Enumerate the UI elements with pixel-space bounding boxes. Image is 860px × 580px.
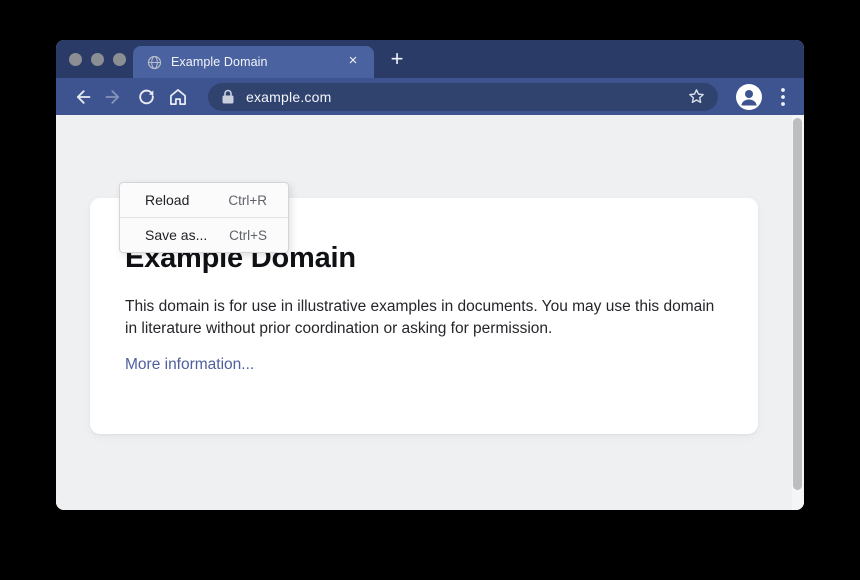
address-bar[interactable]: example.com <box>208 83 718 111</box>
scrollbar-track[interactable] <box>792 115 804 510</box>
browser-menu-button[interactable] <box>774 85 792 109</box>
minimize-window-button[interactable] <box>91 53 104 66</box>
page-viewport: Example Domain This domain is for use in… <box>56 115 804 510</box>
forward-arrow-icon <box>104 87 124 107</box>
url-text[interactable]: example.com <box>246 89 687 105</box>
tab-title: Example Domain <box>171 55 268 69</box>
menu-item-label: Reload <box>145 192 189 208</box>
forward-button[interactable] <box>102 85 126 109</box>
vertical-dots-icon <box>781 88 785 106</box>
menu-item-shortcut: Ctrl+R <box>228 193 267 208</box>
more-information-link[interactable]: More information... <box>125 356 254 374</box>
star-icon[interactable] <box>687 87 706 106</box>
home-button[interactable] <box>166 85 190 109</box>
tab-close-icon[interactable]: × <box>344 53 362 71</box>
page-paragraph: This domain is for use in illustrative e… <box>125 296 715 340</box>
menu-item-save-as[interactable]: Save as... Ctrl+S <box>120 218 288 252</box>
reload-button[interactable] <box>134 85 158 109</box>
back-button[interactable] <box>70 85 94 109</box>
browser-tab[interactable]: Example Domain × <box>133 46 374 78</box>
avatar-icon <box>736 84 762 110</box>
scrollbar-thumb[interactable] <box>793 118 802 490</box>
back-arrow-icon <box>72 87 92 107</box>
zoom-window-button[interactable] <box>113 53 126 66</box>
lock-icon <box>221 89 235 105</box>
menu-item-label: Save as... <box>145 227 207 243</box>
navigation-toolbar: example.com <box>56 78 804 115</box>
globe-icon <box>147 55 162 70</box>
titlebar: Example Domain × + <box>56 40 804 78</box>
menu-item-reload[interactable]: Reload Ctrl+R <box>120 183 288 217</box>
reload-icon <box>137 87 156 106</box>
close-window-button[interactable] <box>69 53 82 66</box>
menu-item-shortcut: Ctrl+S <box>229 228 267 243</box>
new-tab-button[interactable]: + <box>384 46 410 72</box>
profile-button[interactable] <box>736 84 762 110</box>
window-controls <box>69 53 126 66</box>
context-menu: Reload Ctrl+R Save as... Ctrl+S <box>119 182 289 253</box>
home-icon <box>168 87 188 107</box>
browser-window: Example Domain × + <box>56 40 804 510</box>
